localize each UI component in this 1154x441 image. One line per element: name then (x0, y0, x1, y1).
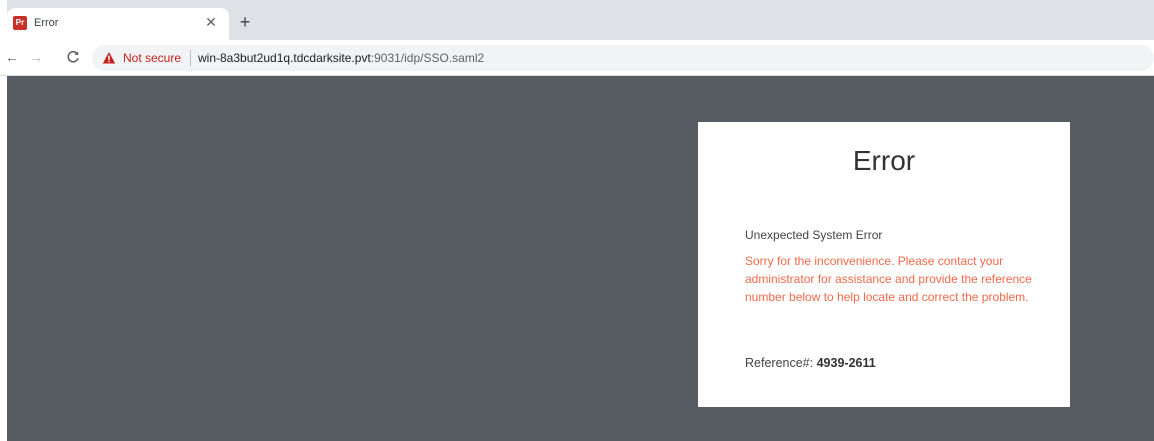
tab-error[interactable]: Pr Error ✕ (7, 8, 229, 40)
close-icon[interactable]: ✕ (203, 14, 219, 30)
address-bar[interactable]: Not secure win-8a3but2ud1q.tdcdarksite.p… (92, 45, 1154, 71)
browser-window: Pr Error ✕ + ← → Not secure win-8a3but2u… (0, 0, 1154, 441)
page-title: Error (852, 145, 916, 176)
url-path: :9031/idp/SSO.saml2 (370, 51, 485, 65)
plus-icon[interactable]: + (235, 13, 255, 33)
tab-title: Error (34, 17, 59, 29)
reload-icon[interactable] (64, 48, 82, 66)
url-text[interactable]: win-8a3but2ud1q.tdcdarksite.pvt:9031/idp… (198, 51, 484, 65)
forward-arrow-icon[interactable]: → (27, 48, 45, 66)
error-message: Sorry for the inconvenience. Please cont… (745, 254, 1032, 304)
reference-label: Reference#: (745, 356, 814, 370)
reference-number: 4939-2611 (816, 356, 876, 370)
back-arrow-icon[interactable]: ← (3, 48, 21, 66)
app-favicon-icon: Pr (13, 16, 27, 30)
error-subtitle: Unexpected System Error (745, 228, 883, 242)
tab-strip: Pr Error ✕ + (7, 0, 1154, 40)
omnibox-divider (190, 50, 191, 66)
warning-triangle-icon[interactable] (102, 51, 116, 65)
page-content: Error Unexpected System Error Sorry for … (7, 76, 1154, 441)
not-secure-label[interactable]: Not secure (123, 51, 181, 65)
url-host: win-8a3but2ud1q.tdcdarksite.pvt (198, 51, 371, 65)
error-card: Error Unexpected System Error Sorry for … (698, 122, 1070, 407)
browser-toolbar: ← → Not secure win-8a3but2ud1q.tdcdarksi… (0, 40, 1154, 76)
reference-line: Reference#: 4939-2611 (745, 355, 876, 371)
